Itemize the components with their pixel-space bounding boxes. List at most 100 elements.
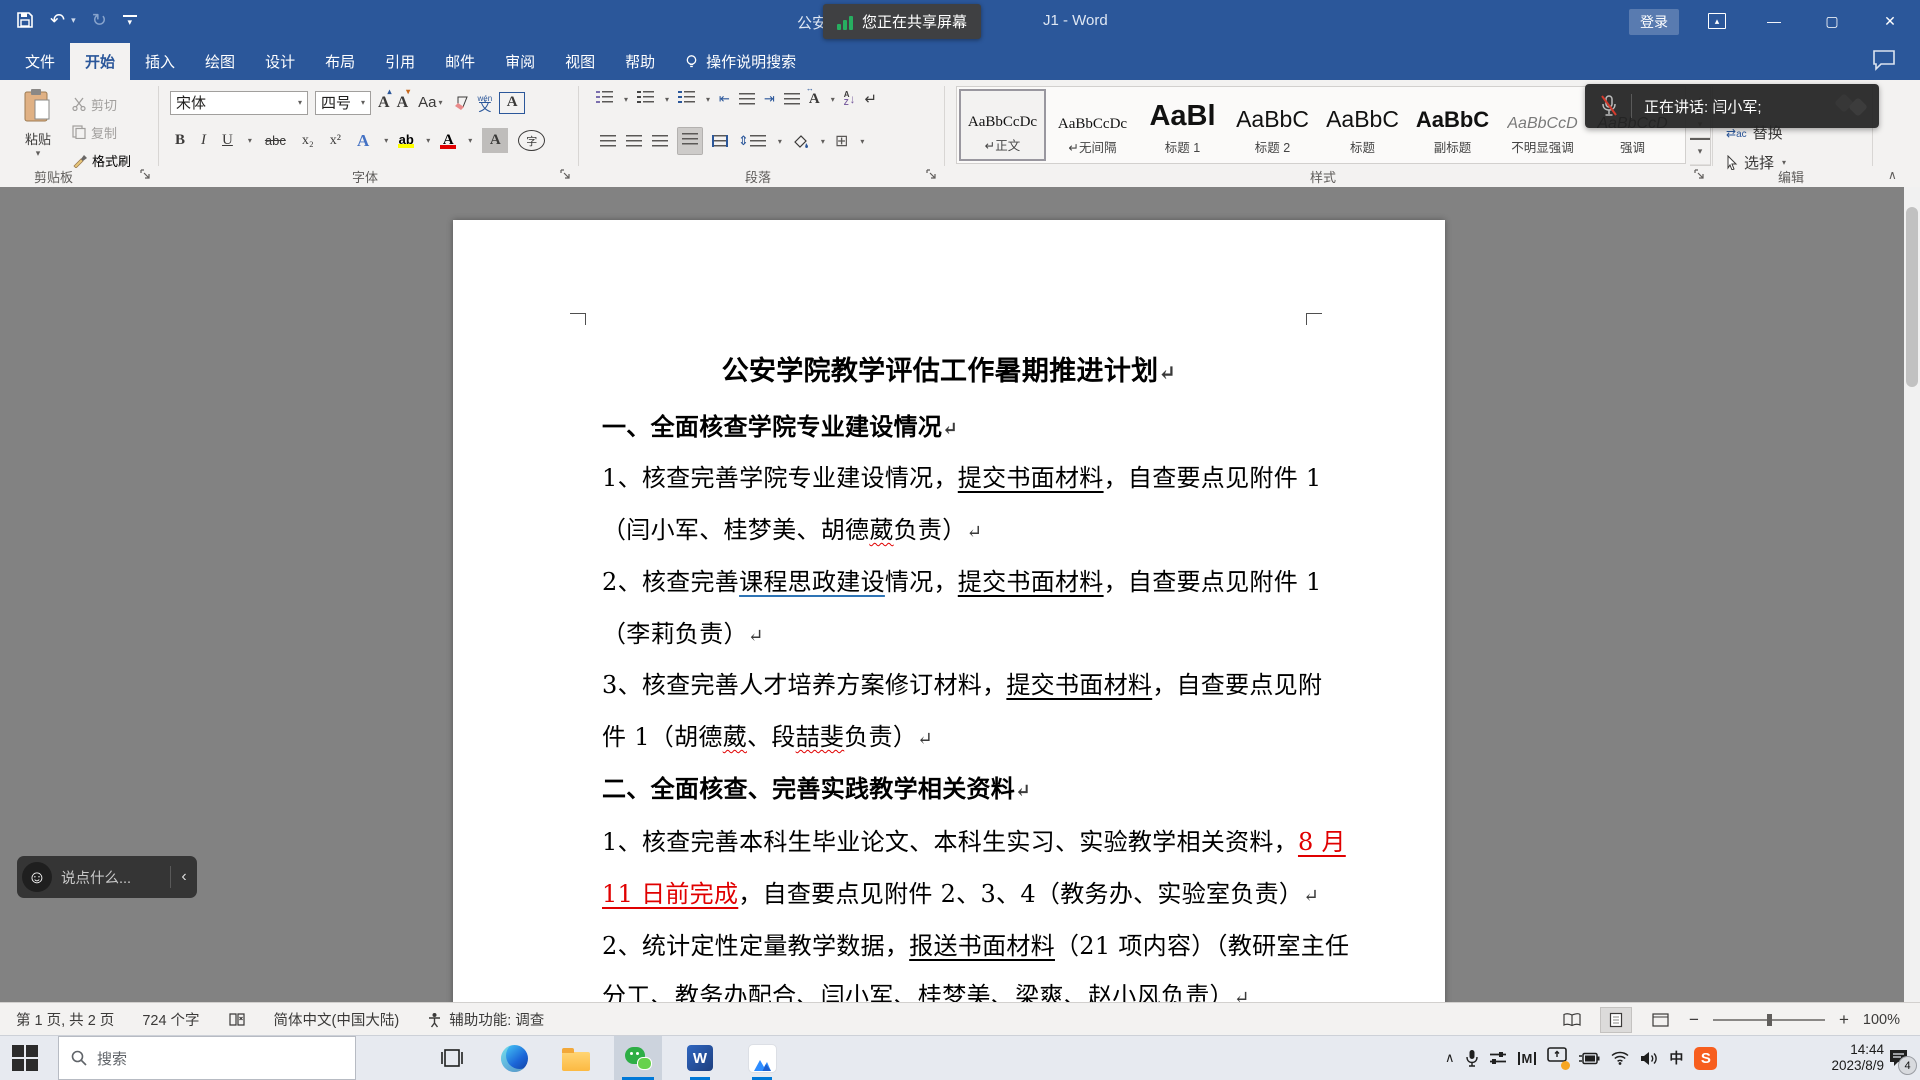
highlight-color-button[interactable]: ab	[398, 133, 414, 148]
doc-line[interactable]: （闫小军、桂梦美、胡德葳负责）↵	[602, 510, 1302, 545]
battery-icon[interactable]	[1578, 1052, 1600, 1065]
task-view-button[interactable]	[428, 1036, 476, 1080]
language-indicator[interactable]: 简体中文(中国大陆)	[274, 1009, 400, 1030]
doc-heading-2[interactable]: 二、全面核查、完善实践教学相关资料↵	[602, 769, 1302, 804]
decrease-indent-icon[interactable]: ⇤	[719, 91, 730, 107]
text-effects-button[interactable]: A	[354, 128, 372, 153]
cut-button[interactable]: 剪切	[72, 92, 117, 116]
wechat-button[interactable]	[614, 1036, 662, 1080]
style-subtitle[interactable]: AaBbC副标题	[1409, 89, 1496, 161]
sogou-input-icon[interactable]: S	[1694, 1047, 1717, 1070]
zoom-slider[interactable]	[1713, 1019, 1825, 1021]
chevron-down-icon[interactable]: ▾	[384, 136, 388, 145]
tab-help[interactable]: 帮助	[610, 43, 670, 80]
notification-center-button[interactable]: 4	[1888, 1048, 1909, 1072]
screen-share-tray-icon[interactable]	[1547, 1047, 1567, 1069]
tab-references[interactable]: 引用	[370, 43, 430, 80]
signin-button[interactable]: 登录	[1629, 9, 1679, 35]
tab-view[interactable]: 视图	[550, 43, 610, 80]
doc-line[interactable]: 11 日前完成，自查要点见附件 2、3、4（教务办、实验室负责）↵	[602, 874, 1302, 909]
borders-button[interactable]: ⊞	[835, 131, 848, 151]
line-spacing-button[interactable]: ⇕	[738, 133, 766, 149]
meeting-app-button[interactable]	[738, 1036, 786, 1080]
maximize-button[interactable]: ▢	[1815, 8, 1849, 34]
change-case-button[interactable]: Aa▾	[415, 90, 445, 115]
zoom-level[interactable]: 100%	[1863, 1012, 1900, 1028]
speaker-icon[interactable]	[1640, 1051, 1658, 1066]
ribbon-display-options-button[interactable]: ▴	[1700, 8, 1734, 34]
undo-dropdown-icon[interactable]: ▾	[71, 15, 76, 26]
read-mode-button[interactable]	[1557, 1008, 1587, 1032]
zoom-in-button[interactable]: +	[1839, 1010, 1849, 1030]
minimize-button[interactable]: —	[1757, 8, 1791, 34]
format-painter-button[interactable]: 格式刷	[72, 148, 131, 172]
character-scaling-button[interactable]: A↔	[809, 91, 820, 108]
chevron-down-icon[interactable]: ▾	[468, 136, 472, 145]
style-heading2[interactable]: AaBbC标题 2	[1229, 89, 1316, 161]
collapse-chat-icon[interactable]: ‹	[171, 868, 197, 886]
close-button[interactable]: ✕	[1873, 8, 1907, 34]
clipboard-dialog-launcher[interactable]	[140, 169, 151, 180]
zoom-out-button[interactable]: −	[1689, 1010, 1699, 1030]
doc-line[interactable]: （李莉负责）↵	[602, 614, 1302, 649]
align-left-button[interactable]	[600, 135, 616, 147]
chevron-down-icon[interactable]: ▾	[831, 95, 835, 104]
enclose-characters-button[interactable]: 字	[518, 130, 545, 151]
ime-indicator[interactable]: 中	[1669, 1048, 1683, 1068]
underline-button[interactable]: U	[219, 128, 236, 153]
doc-title-line[interactable]: 公安学院教学评估工作暑期推进计划↵	[453, 349, 1445, 388]
bullet-list-button[interactable]	[596, 90, 613, 108]
chevron-down-icon[interactable]: ▾	[706, 95, 710, 104]
tray-expand-icon[interactable]: ∧	[1445, 1050, 1455, 1066]
style-no-spacing[interactable]: AaBbCcDc↵无间隔	[1049, 89, 1136, 161]
font-dialog-launcher[interactable]	[560, 169, 571, 180]
paragraph-dialog-launcher[interactable]	[926, 169, 937, 180]
chevron-down-icon[interactable]: ▾	[665, 95, 669, 104]
character-border-button[interactable]: A	[499, 92, 525, 114]
tab-home[interactable]: 开始	[70, 43, 130, 80]
italic-button[interactable]: I	[198, 128, 209, 153]
underline-dropdown-icon[interactable]: ▾	[248, 136, 252, 145]
align-center-button[interactable]	[626, 135, 642, 147]
strikethrough-button[interactable]: abc	[262, 128, 289, 153]
customize-quick-access-icon[interactable]: ▾	[123, 15, 137, 26]
doc-heading-1[interactable]: 一、全面核查学院专业建设情况↵	[602, 407, 1302, 442]
styles-dialog-launcher[interactable]	[1694, 169, 1705, 180]
show-paragraph-marks-button[interactable]: ↵	[865, 90, 878, 108]
styles-more-icon[interactable]: ▾	[1690, 138, 1710, 165]
justify-button[interactable]	[678, 128, 702, 154]
chevron-down-icon[interactable]: ▾	[821, 137, 825, 146]
numbered-list-button[interactable]	[637, 90, 654, 108]
taskbar-search[interactable]: 搜索	[58, 1036, 356, 1080]
font-name-combo[interactable]: 宋体▾	[170, 91, 308, 115]
doc-line[interactable]: 2、统计定性定量教学数据，报送书面材料（21 项内容）（教研室主任	[602, 926, 1302, 961]
doc-line[interactable]: 1、核查完善本科生毕业论文、本科生实习、实验教学相关资料，8 月	[602, 822, 1302, 857]
style-normal[interactable]: AaBbCcDc↵正文	[959, 89, 1046, 161]
accessibility-status[interactable]: 辅助功能: 调查	[427, 1009, 544, 1030]
web-layout-button[interactable]	[1645, 1008, 1675, 1032]
chevron-down-icon[interactable]: ▾	[778, 137, 782, 146]
style-subtle-emphasis[interactable]: AaBbCcD不明显强调	[1499, 89, 1586, 161]
doc-line[interactable]: 1、核查完善学院专业建设情况，提交书面材料，自查要点见附件 1	[602, 458, 1302, 493]
shrink-font-button[interactable]: A▾	[397, 94, 409, 112]
tab-draw[interactable]: 绘图	[190, 43, 250, 80]
vertical-scrollbar[interactable]	[1904, 187, 1920, 1002]
multilevel-list-button[interactable]	[678, 90, 695, 108]
copy-button[interactable]: 复制	[72, 120, 117, 144]
taskbar-clock[interactable]: 14:44 2023/8/9	[1806, 1042, 1884, 1074]
word-count[interactable]: 724 个字	[142, 1009, 199, 1030]
paste-button[interactable]: 粘贴 ▾	[10, 88, 66, 159]
subscript-button[interactable]: x₂	[299, 128, 317, 153]
tab-mailings[interactable]: 邮件	[430, 43, 490, 80]
tab-insert[interactable]: 插入	[130, 43, 190, 80]
file-explorer-button[interactable]	[552, 1036, 600, 1080]
font-size-combo[interactable]: 四号▾	[315, 91, 371, 115]
start-button[interactable]	[12, 1045, 38, 1071]
style-title[interactable]: AaBbC标题	[1319, 89, 1406, 161]
phonetic-guide-button[interactable]: wén 文	[478, 95, 493, 111]
chevron-down-icon[interactable]: ▾	[426, 136, 430, 145]
microphone-tray-icon[interactable]	[1466, 1049, 1478, 1067]
tab-file[interactable]: 文件	[10, 43, 70, 80]
font-color-button[interactable]: A	[440, 133, 456, 149]
doc-line[interactable]: 件 1（胡德葳、段喆斐负责）↵	[602, 717, 1302, 752]
